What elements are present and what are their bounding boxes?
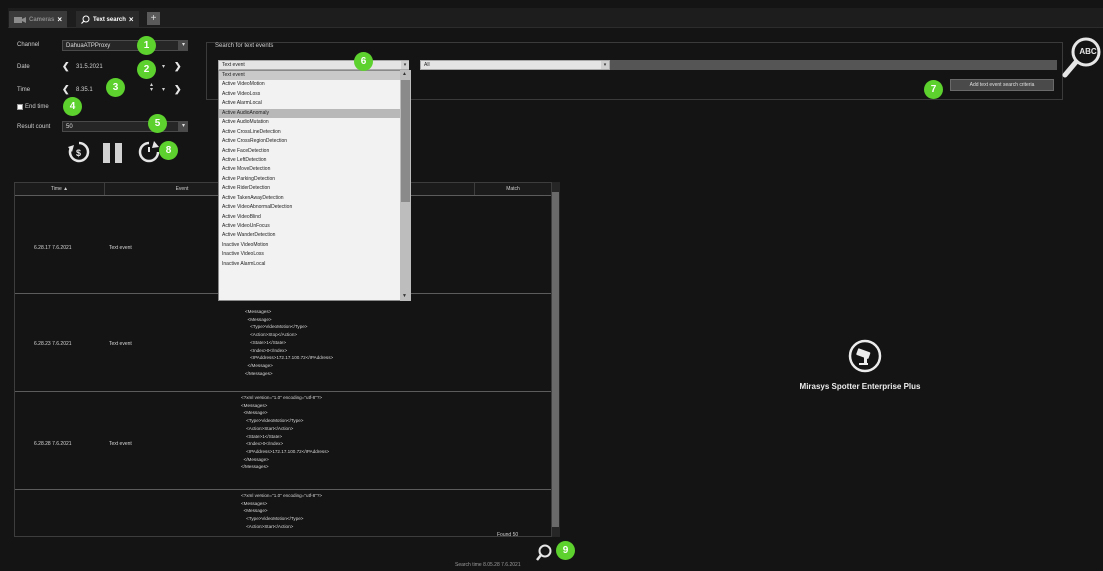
step-badge: 1 (137, 36, 156, 55)
row-message: <?xml version="1.0" encoding="utf-8"?> <… (241, 395, 330, 470)
dropdown-option[interactable]: Active MoveDetection (219, 165, 410, 174)
search-back-icon[interactable]: $ (68, 141, 90, 163)
step-badge: 6 (354, 52, 373, 71)
dropdown-option[interactable]: Active VideoLoss (219, 90, 410, 99)
date-next-icon[interactable]: ❯ (174, 61, 182, 72)
tab-text-search-label: Text search (93, 16, 126, 23)
step-badge: 8 (159, 141, 178, 160)
row-message: <Messages> <Message> <Type>VideoMotion</… (245, 309, 334, 376)
scroll-down-icon[interactable]: ▼ (402, 293, 407, 299)
dropdown-option[interactable]: Active ParkingDetection (219, 175, 410, 184)
dropdown-option[interactable]: Inactive VideoLoss (219, 250, 410, 259)
event-type-dropdown-list[interactable]: Text event Active VideoMotion Active Video… (218, 70, 411, 301)
tab-text-search[interactable]: Text search × (76, 11, 139, 28)
search-time: Search time 8.05.28 7.6.2021 (455, 562, 521, 568)
brand-text: Mirasys Spotter Enterprise Plus (799, 382, 921, 391)
step-badge: 3 (106, 78, 125, 97)
table-row[interactable]: 6.28.28 7.6.2021 Text event <?xml versio… (15, 391, 552, 489)
camera-icon (14, 16, 26, 23)
date-dropdown-icon[interactable]: ▾ (162, 63, 165, 70)
column-header-match[interactable]: Match (475, 183, 552, 195)
close-icon[interactable]: × (129, 15, 134, 24)
dropdown-option[interactable]: Active LeftDetection (219, 156, 410, 165)
chevron-down-icon[interactable]: ▾ (179, 121, 188, 132)
event-type-select[interactable]: Text event (218, 60, 409, 70)
tab-cameras-label: Cameras (29, 16, 55, 23)
abc-label: ABC (1079, 47, 1097, 56)
column-header-time[interactable]: Time ▲ (15, 183, 105, 195)
chevron-down-icon[interactable]: ▾ (601, 61, 609, 69)
dropdown-option[interactable]: Active VideoUnFocus (219, 222, 410, 231)
result-count-label: Result count (17, 124, 51, 130)
dropdown-option[interactable]: Active TakenAwayDetection (219, 194, 410, 203)
dropdown-option[interactable]: Active WanderDetection (219, 231, 410, 240)
chevron-down-icon[interactable]: ▾ (179, 40, 188, 51)
svg-text:$: $ (76, 148, 81, 158)
table-row[interactable]: 6.28.23 7.6.2021 Text event <Messages> <… (15, 293, 552, 391)
step-badge: 9 (556, 541, 575, 560)
date-prev-icon[interactable]: ❮ (62, 61, 70, 72)
scroll-up-icon[interactable]: ▲ (402, 71, 407, 77)
row-event: Text event (109, 441, 132, 447)
refresh-icon[interactable] (138, 141, 160, 163)
dropdown-option[interactable]: Active CrossLineDetection (219, 128, 410, 137)
search-icon (81, 15, 90, 24)
end-time-label: End time (25, 104, 49, 110)
dropdown-option[interactable]: Inactive VideoMotion (219, 241, 410, 250)
chevron-down-icon[interactable]: ▾ (401, 61, 409, 69)
security-camera-logo-icon (848, 339, 882, 373)
pause-icon[interactable] (115, 143, 122, 163)
dropdown-option[interactable]: Active FaceDetection (219, 147, 410, 156)
dropdown-option[interactable]: Active CrossRegionDetection (219, 137, 410, 146)
channel-select[interactable]: DahuaATPProxy (62, 40, 179, 51)
time-prev-icon[interactable]: ❮ (62, 84, 70, 95)
row-time: 6.28.23 7.6.2021 (34, 341, 72, 347)
table-row[interactable]: <?xml version="1.0" encoding="utf-8"?> <… (15, 489, 552, 536)
step-badge: 5 (148, 114, 167, 133)
event-value-select[interactable]: All (420, 60, 610, 70)
time-spinner-icon[interactable]: ▴ ▾ (150, 82, 153, 93)
dropdown-option[interactable]: Active RiderDetection (219, 184, 410, 193)
dropdown-option[interactable]: Active AlarmLocal (219, 99, 410, 108)
row-event: Text event (109, 341, 132, 347)
step-badge: 2 (137, 60, 156, 79)
search-group-title: Search for text events (215, 43, 274, 49)
row-event: Text event (109, 245, 132, 251)
row-time: 6.28.17 7.6.2021 (34, 245, 72, 251)
dropdown-option[interactable]: Active VideoBlind (219, 213, 410, 222)
date-label: Date (17, 64, 30, 70)
tab-cameras[interactable]: Cameras × (9, 11, 68, 28)
dropdown-option[interactable]: Active AudioMutation (219, 118, 410, 127)
row-time: 6.28.28 7.6.2021 (34, 441, 72, 447)
dropdown-option[interactable]: Active AudioAnomaly (219, 108, 410, 119)
step-badge: 4 (63, 97, 82, 116)
close-icon[interactable]: × (57, 15, 62, 24)
time-next-icon[interactable]: ❯ (174, 84, 182, 95)
dropdown-option[interactable]: Text event (219, 71, 410, 81)
end-time-checkbox[interactable] (17, 104, 23, 110)
abc-search-icon (1062, 37, 1101, 78)
row-message: <?xml version="1.0" encoding="utf-8"?> <… (241, 493, 323, 529)
time-label: Time (17, 87, 31, 93)
tab-bar: Cameras × Text search × + (8, 8, 1103, 28)
dropdown-scroll-thumb[interactable] (401, 80, 410, 202)
search-icon[interactable] (536, 544, 552, 562)
criteria-bar (610, 60, 1057, 70)
pause-icon[interactable] (103, 143, 110, 163)
found-count: Found 50 (497, 532, 519, 538)
channel-label: Channel (17, 42, 40, 48)
step-badge: 7 (924, 80, 943, 99)
dropdown-option[interactable]: Active VideoAbnormalDetection (219, 203, 410, 212)
dropdown-option[interactable]: Active VideoMotion (219, 80, 410, 89)
table-scroll-thumb[interactable] (552, 192, 559, 527)
date-value[interactable]: 31.5.2021 (76, 64, 103, 70)
time-dropdown-icon[interactable]: ▾ (162, 86, 165, 93)
add-criteria-button[interactable]: Add text event search criteria (950, 79, 1054, 91)
dropdown-option[interactable]: Inactive AlarmLocal (219, 260, 410, 269)
add-tab-button[interactable]: + (147, 12, 160, 25)
time-value[interactable]: 8.35.1 (76, 87, 93, 93)
